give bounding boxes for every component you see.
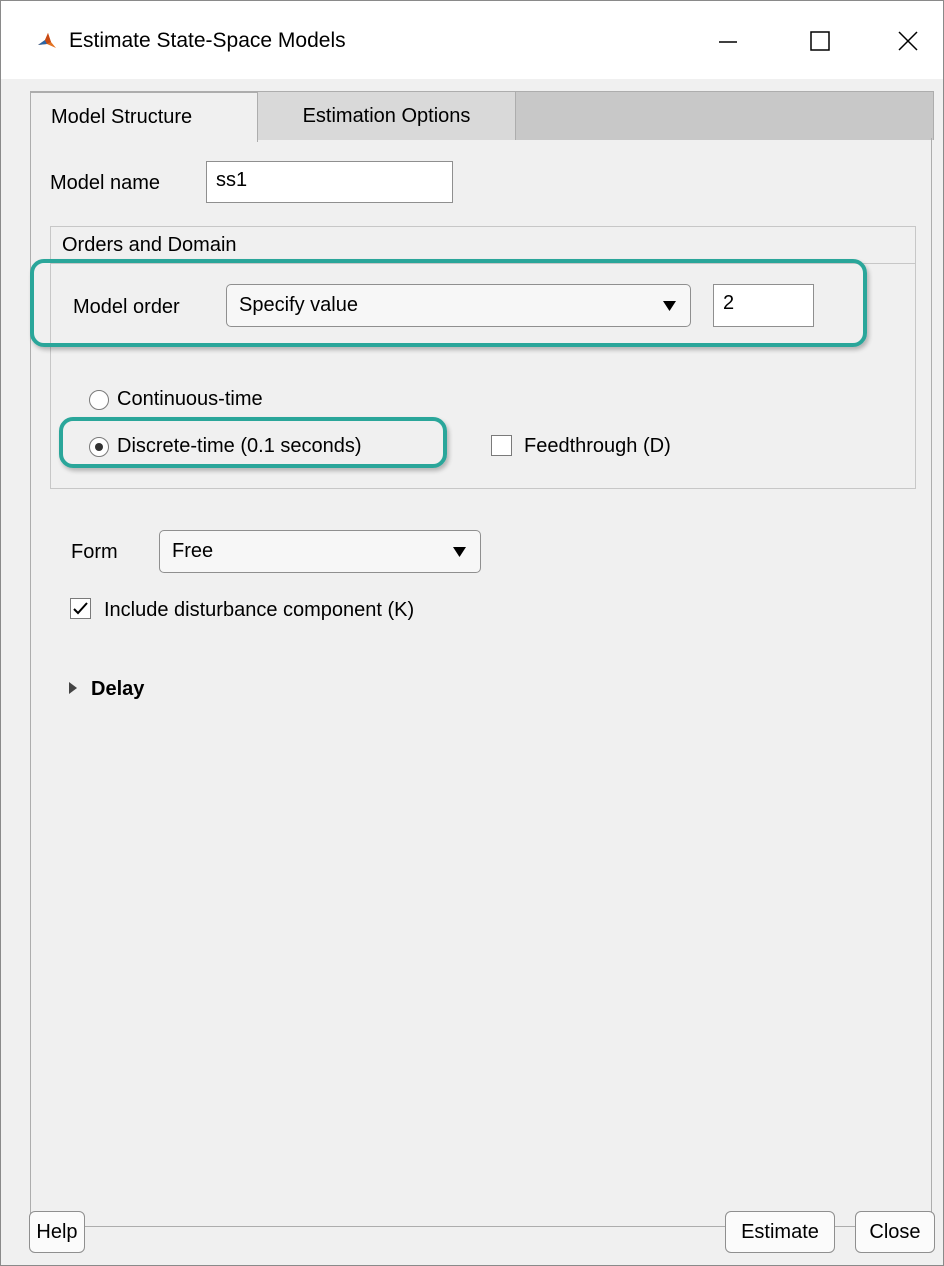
model-order-highlight — [30, 259, 867, 347]
orders-domain-title: Orders and Domain — [62, 234, 237, 256]
close-button[interactable]: Close — [855, 1211, 935, 1253]
delay-section-label[interactable]: Delay — [91, 677, 144, 701]
continuous-time-label: Continuous-time — [117, 388, 263, 410]
form-label: Form — [71, 541, 118, 563]
title-bar: Estimate State-Space Models — [1, 1, 943, 79]
tab-strip: Model Structure Estimation Options — [30, 91, 934, 142]
estimate-button[interactable]: Estimate — [725, 1211, 835, 1253]
dropdown-arrow-icon — [453, 547, 466, 557]
continuous-time-radio[interactable] — [89, 390, 109, 410]
feedthrough-checkbox[interactable] — [491, 435, 512, 456]
model-name-label: Model name — [50, 172, 161, 194]
disturbance-checkbox[interactable] — [70, 598, 91, 619]
close-icon[interactable] — [885, 19, 931, 63]
tab-model-structure[interactable]: Model Structure — [30, 92, 258, 142]
help-button[interactable]: Help — [29, 1211, 85, 1253]
matlab-icon — [36, 30, 58, 52]
maximize-icon[interactable] — [797, 19, 843, 63]
form-dropdown[interactable]: Free — [159, 530, 481, 573]
expand-arrow-icon[interactable] — [69, 682, 78, 694]
window-title: Estimate State-Space Models — [69, 29, 346, 52]
discrete-time-highlight — [59, 417, 447, 468]
disturbance-label: Include disturbance component (K) — [104, 599, 415, 621]
model-name-input[interactable]: ss1 — [206, 161, 453, 203]
checkmark-icon — [73, 602, 88, 615]
minimize-icon[interactable] — [705, 19, 751, 63]
estimate-ss-dialog: Estimate State-Space Models Model Struct… — [0, 0, 944, 1266]
tab-estimation-options[interactable]: Estimation Options — [258, 92, 516, 140]
form-selected: Free — [172, 540, 214, 562]
feedthrough-label: Feedthrough (D) — [524, 435, 671, 457]
